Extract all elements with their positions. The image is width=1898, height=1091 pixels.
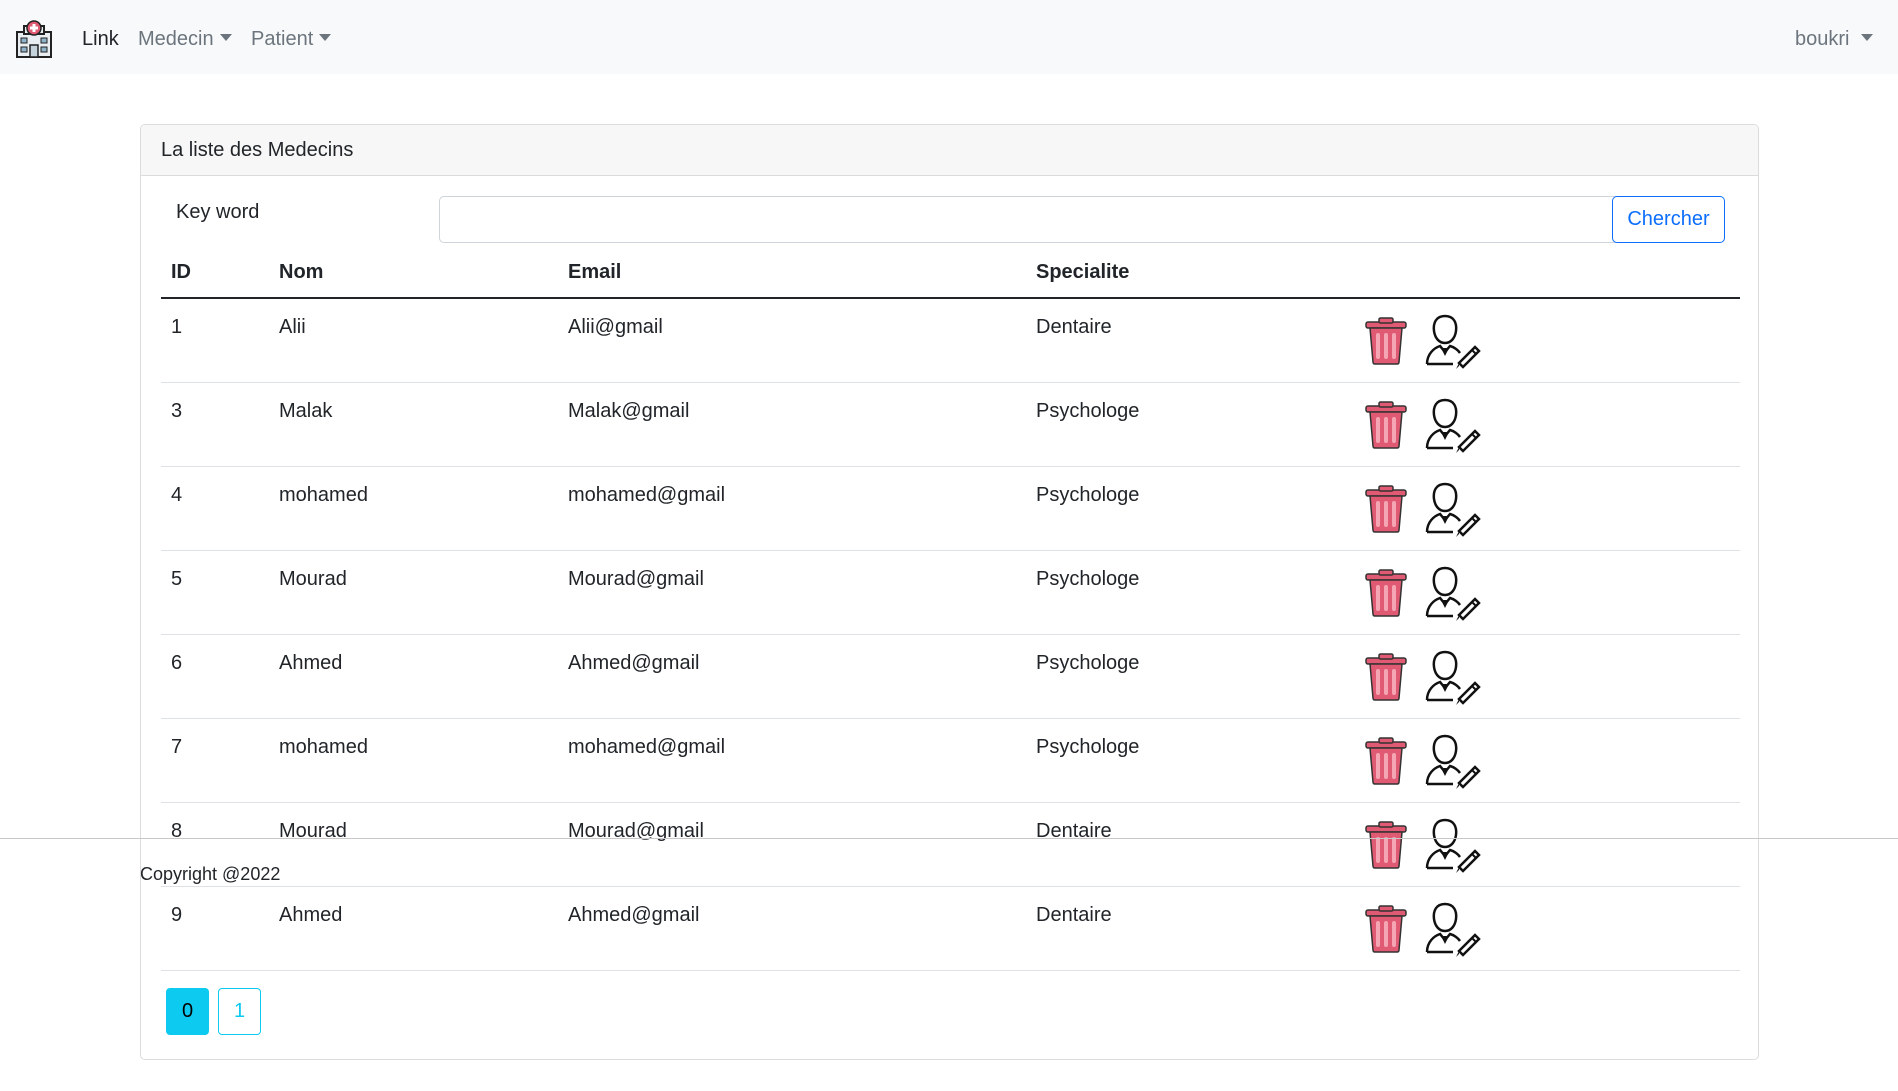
cell-email: mohamed@gmail (568, 484, 726, 506)
trash-icon[interactable] (1364, 401, 1408, 449)
cell-specialite: Psychologe (1036, 484, 1140, 506)
table-row: 4 mohamed mohamed@gmail Psychologe (161, 467, 1740, 551)
trash-icon[interactable] (1364, 317, 1408, 365)
user-name: boukri (1795, 28, 1850, 50)
table-row: 5 Mourad Mourad@gmail Psychologe (161, 551, 1740, 635)
cell-email: mohamed@gmail (568, 736, 726, 758)
nav-dropdown-patient[interactable]: Patient (251, 24, 332, 54)
cell-id: 7 (171, 736, 183, 758)
header-email: Email (568, 261, 622, 283)
nav-dropdown-patient-label: Patient (251, 28, 314, 50)
trash-icon[interactable] (1364, 653, 1408, 701)
cell-nom: Malak (279, 400, 333, 422)
chevron-down-icon (219, 34, 232, 41)
cell-email: Mourad@gmail (568, 568, 704, 590)
cell-email: Mourad@gmail (568, 820, 704, 842)
edit-user-icon[interactable] (1423, 816, 1481, 874)
chevron-down-icon (319, 34, 332, 41)
trash-icon[interactable] (1364, 569, 1408, 617)
cell-id: 1 (171, 316, 183, 338)
edit-user-icon[interactable] (1423, 564, 1481, 622)
cell-specialite: Dentaire (1036, 820, 1112, 842)
footer-divider (0, 838, 1898, 839)
table-header: ID Nom Email Specialite (161, 255, 1740, 299)
cell-email: Alii@gmail (568, 316, 663, 338)
cell-nom: mohamed (279, 484, 368, 506)
page-button-1[interactable]: 1 (218, 988, 261, 1035)
edit-user-icon[interactable] (1423, 900, 1481, 958)
cell-specialite: Dentaire (1036, 904, 1112, 926)
cell-nom: Ahmed (279, 652, 343, 674)
cell-specialite: Psychologe (1036, 568, 1140, 590)
edit-user-icon[interactable] (1423, 312, 1481, 370)
hospital-icon[interactable] (13, 18, 55, 60)
cell-nom: Mourad (279, 568, 347, 590)
trash-icon[interactable] (1364, 905, 1408, 953)
nav-link-link[interactable]: Link (82, 24, 119, 54)
cell-id: 9 (171, 904, 183, 926)
edit-user-icon[interactable] (1423, 732, 1481, 790)
cell-email: Ahmed@gmail (568, 904, 700, 926)
trash-icon[interactable] (1364, 737, 1408, 785)
table-row: 3 Malak Malak@gmail Psychologe (161, 383, 1740, 467)
header-nom: Nom (279, 261, 324, 283)
card-title: La liste des Medecins (141, 125, 1758, 176)
cell-nom: Mourad (279, 820, 347, 842)
edit-user-icon[interactable] (1423, 396, 1481, 454)
trash-icon[interactable] (1364, 821, 1408, 869)
cell-email: Ahmed@gmail (568, 652, 700, 674)
medecins-table: ID Nom Email Specialite 1 Alii Alii@gmail D… (161, 255, 1740, 971)
cell-id: 8 (171, 820, 183, 842)
table-body: 1 Alii Alii@gmail Dentaire 3 Malak Malak@gmail… (161, 299, 1740, 971)
header-id: ID (171, 261, 191, 283)
table-row: 1 Alii Alii@gmail Dentaire (161, 299, 1740, 383)
user-dropdown[interactable]: boukri (1795, 24, 1874, 54)
nav-dropdown-medecin-label: Medecin (138, 28, 214, 50)
chevron-down-icon (1861, 34, 1874, 41)
cell-nom: Ahmed (279, 904, 343, 926)
header-specialite: Specialite (1036, 261, 1130, 283)
table-row: 7 mohamed mohamed@gmail Psychologe (161, 719, 1740, 803)
table-row: 8 Mourad Mourad@gmail Dentaire (161, 803, 1740, 887)
search-button[interactable]: Chercher (1612, 196, 1725, 243)
cell-id: 5 (171, 568, 183, 590)
cell-specialite: Dentaire (1036, 316, 1112, 338)
cell-specialite: Psychologe (1036, 736, 1140, 758)
cell-nom: Alii (279, 316, 306, 338)
top-navbar: Link Medecin Patient boukri (0, 0, 1898, 74)
cell-id: 3 (171, 400, 183, 422)
cell-id: 6 (171, 652, 183, 674)
keyword-label: Key word (176, 201, 260, 223)
cell-email: Malak@gmail (568, 400, 690, 422)
cell-specialite: Psychologe (1036, 400, 1140, 422)
edit-user-icon[interactable] (1423, 480, 1481, 538)
cell-id: 4 (171, 484, 183, 506)
trash-icon[interactable] (1364, 485, 1408, 533)
medecins-card: La liste des Medecins Key word Chercher … (140, 124, 1759, 1060)
keyword-input[interactable] (439, 196, 1722, 243)
page-button-0[interactable]: 0 (166, 988, 209, 1035)
table-row: 9 Ahmed Ahmed@gmail Dentaire (161, 887, 1740, 971)
nav-dropdown-medecin[interactable]: Medecin (138, 24, 232, 54)
cell-specialite: Psychologe (1036, 652, 1140, 674)
table-row: 6 Ahmed Ahmed@gmail Psychologe (161, 635, 1740, 719)
cell-nom: mohamed (279, 736, 368, 758)
footer-copyright: Copyright @2022 (140, 864, 281, 884)
edit-user-icon[interactable] (1423, 648, 1481, 706)
